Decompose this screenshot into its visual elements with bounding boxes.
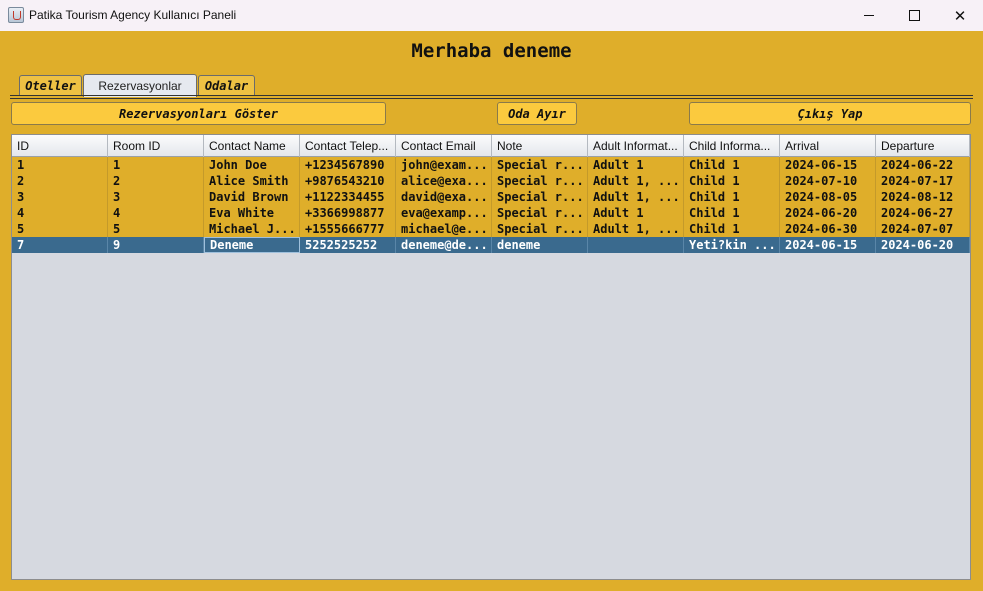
table-cell[interactable]: Child 1	[684, 157, 780, 173]
table-cell[interactable]: +1234567890	[300, 157, 396, 173]
table-cell[interactable]: 2	[108, 173, 204, 189]
table-cell[interactable]: Adult 1	[588, 205, 684, 221]
table-cell[interactable]: 2024-06-22	[876, 157, 970, 173]
table-cell[interactable]: +1122334455	[300, 189, 396, 205]
table-cell[interactable]: 5252525252	[300, 237, 396, 253]
table-cell[interactable]: 2024-06-30	[780, 221, 876, 237]
table-cell[interactable]: Child 1	[684, 221, 780, 237]
table-cell[interactable]: John Doe	[204, 157, 300, 173]
table-cell[interactable]: Child 1	[684, 173, 780, 189]
table-cell[interactable]: 3	[12, 189, 108, 205]
allocate-room-button[interactable]: Oda Ayır	[497, 102, 577, 125]
table-cell[interactable]: 1	[108, 157, 204, 173]
table-cell[interactable]: eva@examp...	[396, 205, 492, 221]
column-header[interactable]: Child Informa...	[684, 135, 780, 157]
tab-oteller[interactable]: Oteller	[19, 75, 82, 96]
table-cell[interactable]: 2	[12, 173, 108, 189]
table-cell[interactable]: 2024-07-07	[876, 221, 970, 237]
table-cell[interactable]: 2024-06-20	[876, 237, 970, 253]
table-cell[interactable]: Adult 1, ...	[588, 173, 684, 189]
logout-button[interactable]: Çıkış Yap	[689, 102, 971, 125]
column-header[interactable]: Adult Informat...	[588, 135, 684, 157]
table-cell[interactable]: +3366998877	[300, 205, 396, 221]
tab-rezervasyonlar[interactable]: Rezervasyonlar	[83, 74, 197, 97]
close-icon[interactable]: ✕	[937, 0, 983, 31]
table-cell[interactable]: David Brown	[204, 189, 300, 205]
table-cell[interactable]: Adult 1, ...	[588, 189, 684, 205]
table-cell[interactable]: 2024-07-17	[876, 173, 970, 189]
table-cell[interactable]: 3	[108, 189, 204, 205]
table-cell[interactable]: 2024-08-05	[780, 189, 876, 205]
table-cell[interactable]: Special r...	[492, 173, 588, 189]
table-cell[interactable]: Special r...	[492, 157, 588, 173]
table-cell[interactable]	[588, 237, 684, 253]
table-cell[interactable]: 4	[12, 205, 108, 221]
column-header[interactable]: ID	[12, 135, 108, 157]
table-row[interactable]: 4 4 Eva White +3366998877 eva@examp... Specia…	[12, 205, 970, 221]
column-header[interactable]: Room ID	[108, 135, 204, 157]
table-row[interactable]: 7 9 Deneme 5252525252 deneme@de... deneme Yeti…	[12, 237, 970, 253]
tab-divider	[10, 95, 973, 96]
window-title: Patika Tourism Agency Kullanıcı Paneli	[29, 8, 237, 22]
table-cell[interactable]: 2024-06-20	[780, 205, 876, 221]
table-cell[interactable]: alice@exa...	[396, 173, 492, 189]
column-header[interactable]: Arrival	[780, 135, 876, 157]
column-header[interactable]: Contact Telep...	[300, 135, 396, 157]
table-cell[interactable]: john@exam...	[396, 157, 492, 173]
table-cell[interactable]: deneme	[492, 237, 588, 253]
table-cell[interactable]: michael@e...	[396, 221, 492, 237]
table-header: ID Room ID Contact Name Contact Telep... Con…	[12, 135, 970, 157]
table-cell[interactable]: 5	[108, 221, 204, 237]
table-cell[interactable]: Special r...	[492, 221, 588, 237]
table-cell[interactable]: Special r...	[492, 205, 588, 221]
minimize-icon[interactable]	[846, 0, 892, 31]
java-app-icon	[8, 7, 24, 23]
table-cell[interactable]: Adult 1, ...	[588, 221, 684, 237]
table-cell[interactable]: 1	[12, 157, 108, 173]
reservations-table[interactable]: ID Room ID Contact Name Contact Telep... Con…	[11, 134, 971, 580]
table-cell[interactable]: 4	[108, 205, 204, 221]
table-cell[interactable]: Deneme	[204, 237, 300, 253]
table-cell[interactable]: david@exa...	[396, 189, 492, 205]
column-header[interactable]: Departure	[876, 135, 970, 157]
table-cell[interactable]: 5	[12, 221, 108, 237]
tab-divider	[10, 98, 973, 99]
table-row[interactable]: 2 2 Alice Smith +9876543210 alice@exa... Spec…	[12, 173, 970, 189]
table-cell[interactable]: Special r...	[492, 189, 588, 205]
table-cell[interactable]: +9876543210	[300, 173, 396, 189]
table-cell[interactable]: 2024-08-12	[876, 189, 970, 205]
table-cell[interactable]: Eva White	[204, 205, 300, 221]
table-cell[interactable]: 2024-06-27	[876, 205, 970, 221]
table-cell[interactable]: 9	[108, 237, 204, 253]
table-row[interactable]: 3 3 David Brown +1122334455 david@exa... Spec…	[12, 189, 970, 205]
table-body[interactable]: 1 1 John Doe +1234567890 john@exam... Special…	[12, 157, 970, 253]
table-cell[interactable]: Child 1	[684, 205, 780, 221]
maximize-icon[interactable]	[891, 0, 937, 31]
table-cell[interactable]: 7	[12, 237, 108, 253]
table-cell[interactable]: Alice Smith	[204, 173, 300, 189]
table-cell[interactable]: Adult 1	[588, 157, 684, 173]
column-header[interactable]: Note	[492, 135, 588, 157]
table-row[interactable]: 5 5 Michael J... +1555666777 michael@e... Spe…	[12, 221, 970, 237]
table-cell[interactable]: Michael J...	[204, 221, 300, 237]
title-bar: Patika Tourism Agency Kullanıcı Paneli ✕	[0, 0, 983, 31]
table-row[interactable]: 1 1 John Doe +1234567890 john@exam... Special…	[12, 157, 970, 173]
tab-odalar[interactable]: Odalar	[198, 75, 255, 96]
show-reservations-button[interactable]: Rezervasyonları Göster	[11, 102, 386, 125]
table-cell[interactable]: 2024-06-15	[780, 237, 876, 253]
table-cell[interactable]: +1555666777	[300, 221, 396, 237]
table-cell[interactable]: Yeti?kin ...	[684, 237, 780, 253]
table-cell[interactable]: Child 1	[684, 189, 780, 205]
greeting-label: Merhaba deneme	[411, 40, 572, 62]
column-header[interactable]: Contact Email	[396, 135, 492, 157]
table-cell[interactable]: 2024-07-10	[780, 173, 876, 189]
column-header[interactable]: Contact Name	[204, 135, 300, 157]
table-cell[interactable]: deneme@de...	[396, 237, 492, 253]
table-cell[interactable]: 2024-06-15	[780, 157, 876, 173]
